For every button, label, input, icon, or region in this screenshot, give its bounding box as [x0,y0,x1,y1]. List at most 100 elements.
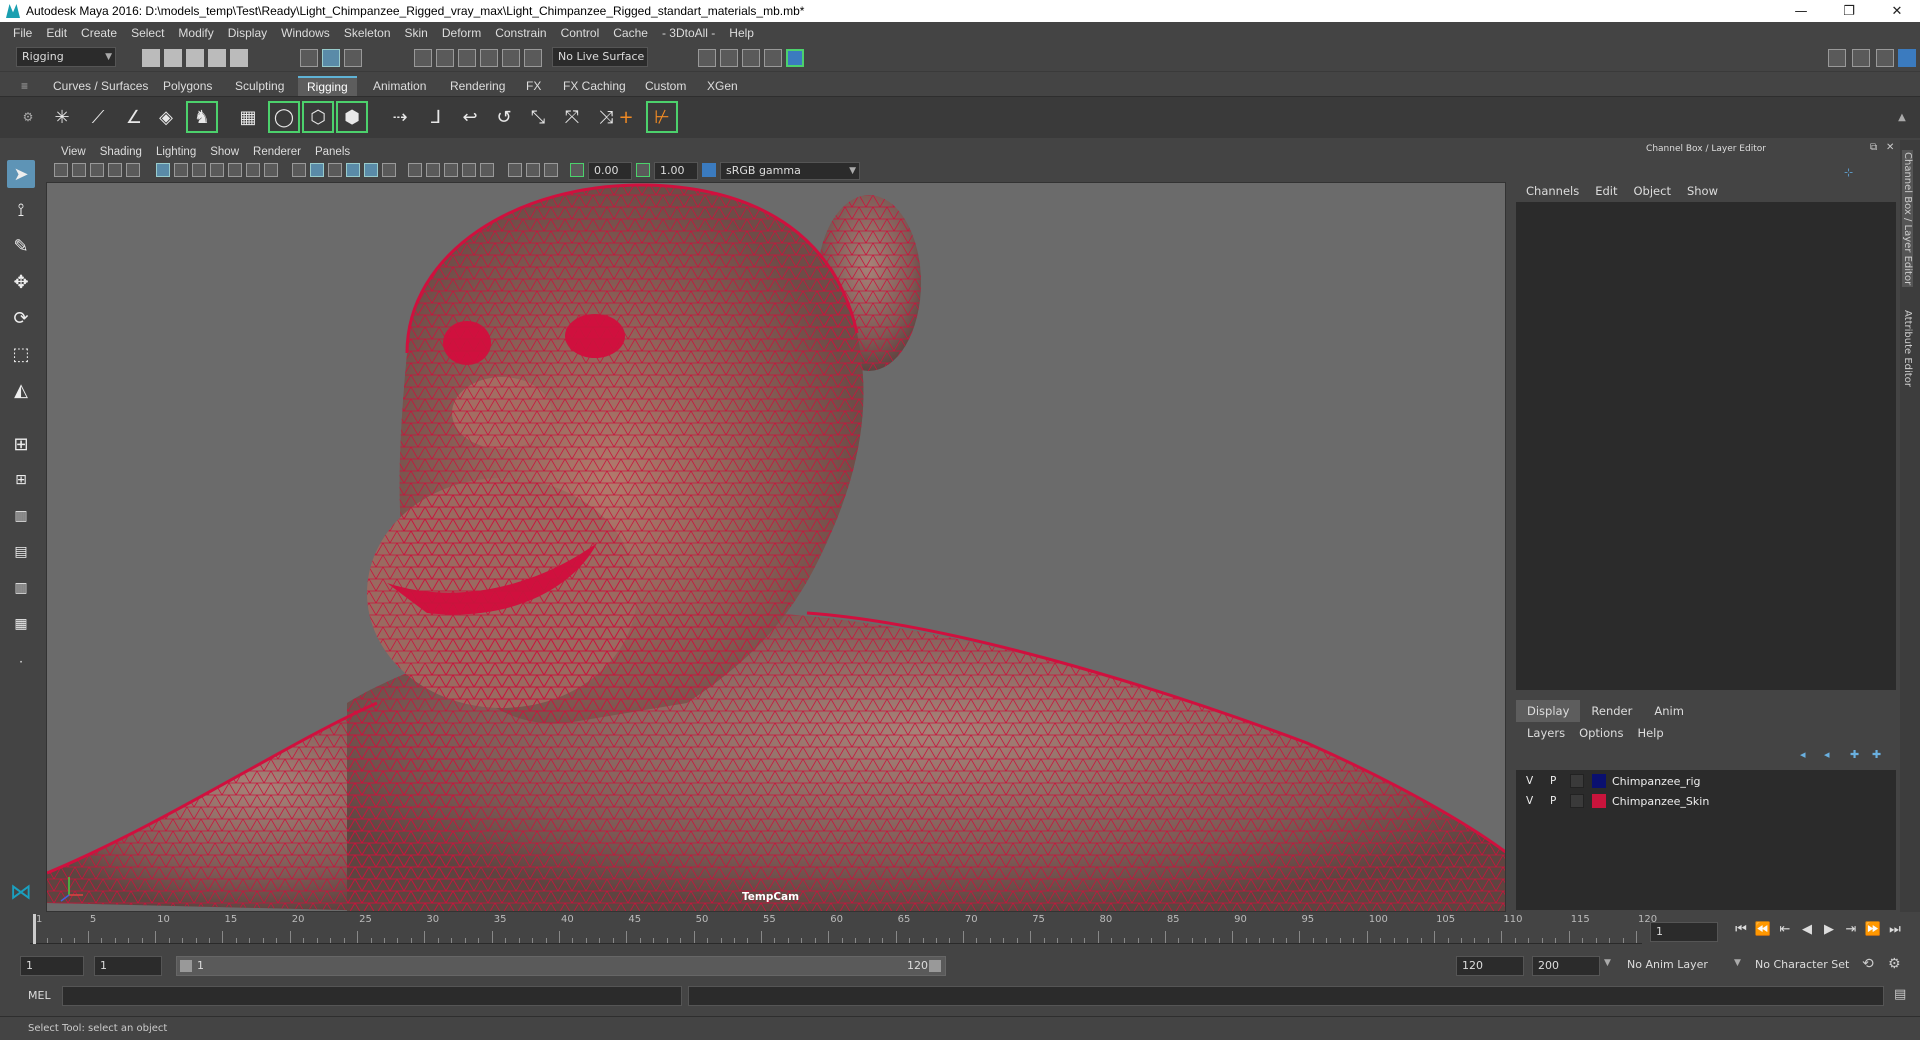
le-menu-help[interactable]: Help [1630,726,1670,740]
attribute-editor-toggle-icon[interactable] [1876,49,1894,67]
point-constraint-icon[interactable]: ↩ [454,101,486,133]
tab-channel-box-layer-editor[interactable]: Channel Box / Layer Editor [1902,150,1913,288]
last-tool-icon[interactable]: ◭ [7,376,35,404]
tab-render[interactable]: Render [1580,700,1643,722]
current-time-indicator[interactable] [33,914,36,944]
gamma-field[interactable]: 1.00 [654,162,698,180]
render-frame-icon[interactable] [698,49,716,67]
outliner-layout-icon[interactable]: ▥ [7,502,35,530]
snap-curve-icon[interactable] [436,49,454,67]
color-space-dropdown[interactable]: sRGB gamma ▼ [720,162,860,180]
range-slider-right-handle[interactable] [929,960,941,972]
channel-box-toggle-icon[interactable] [1898,49,1916,67]
anti-aliasing-icon[interactable] [462,163,476,177]
textured-icon[interactable] [364,163,378,177]
camera-attributes-icon[interactable] [72,163,86,177]
cb-menu-edit[interactable]: Edit [1587,184,1625,198]
animation-start-field[interactable]: 1 [20,956,84,976]
layer-playback-toggle[interactable]: P [1550,795,1556,807]
ik-spline-icon[interactable]: ∠ [118,101,150,133]
gamma-icon[interactable] [636,163,650,177]
menu-windows[interactable]: Windows [274,26,337,40]
auto-key-icon[interactable]: ⟲ [1862,956,1874,972]
tab-polygons[interactable]: Polygons [154,76,221,96]
close-panel-icon[interactable]: ✕ [1886,142,1894,153]
play-backwards-icon[interactable]: ◀ [1796,922,1818,937]
layer-row[interactable]: V P Chimpanzee_Skin [1516,792,1896,810]
persp-outliner-layout-icon[interactable]: ▥ [7,574,35,602]
undo-icon[interactable] [208,49,226,67]
le-menu-options[interactable]: Options [1572,726,1630,740]
current-frame-field[interactable]: 1 [1650,922,1718,942]
wireframe-on-shaded-icon[interactable] [346,163,360,177]
render-settings-icon[interactable] [742,49,760,67]
anim-layer-dropdown[interactable]: No Anim Layer [1622,956,1742,976]
step-back-frame-icon[interactable]: ⏪ [1752,922,1774,937]
live-surface-field[interactable]: No Live Surface [552,47,648,67]
restore-button[interactable]: ❐ [1826,0,1872,22]
isolate-select-icon[interactable] [480,163,494,177]
select-hierarchy-icon[interactable] [300,49,318,67]
default-material-icon[interactable] [328,163,342,177]
gate-mask-icon[interactable] [210,163,224,177]
playback-end-field[interactable]: 120 [1456,956,1524,976]
tab-display[interactable]: Display [1516,700,1581,722]
menu-3dtoall[interactable]: - 3DtoAll - [655,26,722,40]
rotate-tool-icon[interactable]: ⟳ [7,304,35,332]
menu-display[interactable]: Display [221,26,274,40]
xray-components-icon[interactable] [544,163,558,177]
range-slider-left-handle[interactable] [180,960,192,972]
smooth-shade-icon[interactable] [310,163,324,177]
exposure-icon[interactable] [570,163,584,177]
bind-skin-icon[interactable]: ◯ [268,101,300,133]
mirror-joint-icon[interactable]: ◈ [150,101,182,133]
tab-sculpting[interactable]: Sculpting [226,76,293,96]
chevron-down-icon[interactable]: ▼ [1734,958,1741,968]
cb-menu-channels[interactable]: Channels [1518,184,1587,198]
workspace-icon[interactable] [1828,49,1846,67]
grid-toggle-icon[interactable] [156,163,170,177]
layer-row[interactable]: V P Chimpanzee_rig [1516,772,1896,790]
step-back-key-icon[interactable]: ⇤ [1774,922,1796,937]
lattice-icon[interactable]: ⬡ [302,101,334,133]
shelf-settings-icon[interactable]: ⚙ [12,101,44,133]
snap-surface-icon[interactable] [502,49,520,67]
ambient-occlusion-icon[interactable] [426,163,440,177]
parent-constraint-icon[interactable]: ⅃ [420,101,452,133]
paint-weights-icon[interactable]: ⬢ [336,101,368,133]
tab-anim[interactable]: Anim [1643,700,1695,722]
menu-help[interactable]: Help [722,26,761,40]
paint-select-icon[interactable]: ✎ [7,232,35,260]
xray-icon[interactable] [508,163,522,177]
vp-menu-panels[interactable]: Panels [308,146,357,158]
snap-grid-icon[interactable] [414,49,432,67]
menu-cache[interactable]: Cache [606,26,655,40]
layer-type-swatch[interactable] [1570,794,1584,808]
2d-pan-zoom-icon[interactable] [126,163,140,177]
select-component-icon[interactable] [344,49,362,67]
wireframe-icon[interactable] [292,163,306,177]
menu-select[interactable]: Select [124,26,171,40]
menu-constrain[interactable]: Constrain [488,26,553,40]
pole-vector-icon[interactable]: ⤧ [556,101,588,133]
save-scene-icon[interactable] [186,49,204,67]
use-all-lights-icon[interactable] [382,163,396,177]
layer-playback-toggle[interactable]: P [1550,775,1556,787]
shelf-menu-icon[interactable]: ≡ [12,76,37,96]
locator-icon[interactable]: + [610,101,642,133]
menu-control[interactable]: Control [554,26,607,40]
move-layer-up-icon[interactable]: ◂ [1800,748,1806,761]
image-plane-icon[interactable] [108,163,122,177]
play-forwards-icon[interactable]: ▶ [1818,922,1840,937]
joint-tool-icon[interactable]: ✳ [46,101,78,133]
manipulator-icon[interactable]: ⊹ [1844,166,1853,179]
modeling-toolkit-icon[interactable] [1852,49,1870,67]
exposure-field[interactable]: 0.00 [588,162,632,180]
move-tool-icon[interactable]: ✥ [7,268,35,296]
menu-deform[interactable]: Deform [435,26,488,40]
command-input[interactable] [62,986,682,1006]
scale-tool-icon[interactable]: ⬚ [7,340,35,368]
vp-menu-shading[interactable]: Shading [93,146,149,158]
rig-control-icon[interactable]: ⊬ [646,101,678,133]
layer-visibility-toggle[interactable]: V [1526,775,1533,787]
